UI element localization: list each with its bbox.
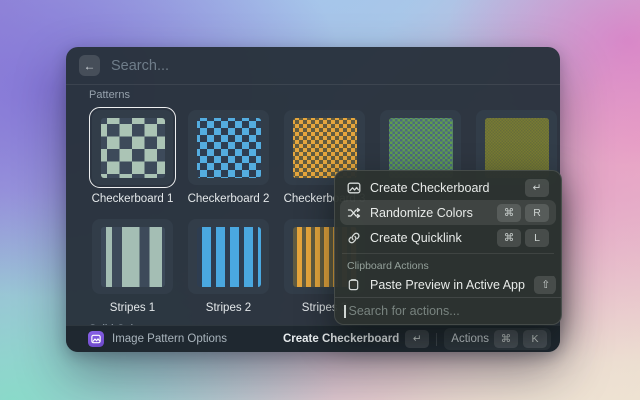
grid-item-label: Checkerboard 2 (185, 193, 272, 206)
image-icon (347, 181, 361, 195)
k-keycap: K (523, 330, 547, 348)
primary-action-label[interactable]: Create Checkerboard (283, 333, 399, 345)
menu-section-clipboard-actions: Clipboard Actions (340, 257, 556, 274)
checkerboard-4-preview (389, 118, 453, 178)
menu-item-label: Paste Preview in Active App (370, 278, 525, 292)
menu-item-label: Randomize Colors (370, 206, 488, 220)
grid-item-label: Stripes 1 (89, 302, 176, 315)
checkerboard-5-preview (485, 118, 549, 178)
actions-search-input[interactable]: Search for actions... (335, 297, 561, 324)
grid-item-checkerboard-1[interactable]: Checkerboard 1 (89, 107, 176, 206)
menu-item-randomize-colors[interactable]: Randomize Colors ⌘ R (340, 200, 556, 225)
r-keycap: R (525, 204, 549, 222)
clipboard-icon (347, 278, 361, 291)
checkerboard-1-preview (101, 118, 165, 178)
link-icon (347, 231, 361, 245)
bottom-action-bar: Image Pattern Options Create Checkerboar… (66, 325, 560, 352)
actions-label: Actions (451, 333, 489, 345)
menu-item-create-quicklink[interactable]: Create Quicklink ⌘ L (340, 225, 556, 250)
app-name: Image Pattern Options (112, 333, 227, 345)
image-pattern-app-icon (88, 331, 104, 347)
checkerboard-2-preview (197, 118, 261, 178)
stripes-2-preview (197, 227, 261, 287)
arrow-left-icon: ← (84, 59, 96, 73)
action-panel-menu: Create Checkerboard ↵ Randomize Colors ⌘… (334, 170, 562, 325)
grid-item-checkerboard-2[interactable]: Checkerboard 2 (185, 107, 272, 206)
menu-item-label: Create Quicklink (370, 231, 488, 245)
cmd-keycap: ⌘ (497, 204, 521, 222)
cmd-keycap: ⌘ (497, 229, 521, 247)
checkerboard-3-preview (293, 118, 357, 178)
search-input[interactable]: Search... (111, 58, 169, 74)
stripes-1-preview (101, 227, 165, 287)
l-keycap: L (525, 229, 549, 247)
return-keycap: ↵ (525, 179, 549, 197)
actions-search-placeholder: Search for actions... (349, 304, 460, 318)
menu-item-paste-preview[interactable]: Paste Preview in Active App ⇧ ⌘ V (340, 274, 556, 295)
shuffle-icon (347, 206, 361, 220)
cmd-keycap: ⌘ (494, 330, 518, 348)
grid-item-stripes-2[interactable]: Stripes 2 (185, 216, 272, 315)
section-header-patterns: Patterns (89, 89, 537, 101)
grid-item-label: Stripes 2 (185, 302, 272, 315)
menu-divider (342, 253, 554, 254)
search-header: ← Search... (66, 47, 560, 85)
menu-item-label: Create Checkerboard (370, 181, 516, 195)
shift-keycap: ⇧ (534, 276, 556, 294)
menu-item-create-checkerboard[interactable]: Create Checkerboard ↵ (340, 175, 556, 200)
grid-item-label: Checkerboard 1 (89, 193, 176, 206)
return-keycap: ↵ (405, 330, 429, 348)
grid-item-stripes-1[interactable]: Stripes 1 (89, 216, 176, 315)
back-button[interactable]: ← (79, 55, 100, 76)
bottom-bar-divider (436, 333, 437, 346)
actions-button[interactable]: Actions ⌘ K (444, 328, 551, 350)
text-cursor (344, 305, 346, 318)
